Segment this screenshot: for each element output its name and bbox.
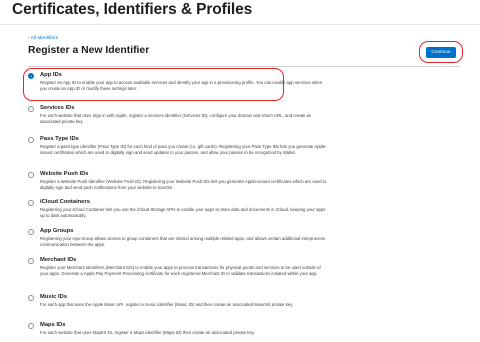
section-divider <box>28 66 460 67</box>
option-description: Register a pass type identifier (Pass Ty… <box>40 143 327 155</box>
option-description: Register your Merchant Identifiers (Merc… <box>40 264 321 276</box>
option-name: Website Push IDs <box>40 171 89 177</box>
page-title: Certificates, Identifiers & Profiles <box>12 1 253 18</box>
continue-button[interactable]: Continue <box>426 47 456 58</box>
option-description: For each app that uses the Apple Music A… <box>40 301 294 307</box>
option-name: Merchant IDs <box>40 257 77 263</box>
option-description: For each website that uses Sign in with … <box>40 112 312 124</box>
option-name: Music IDs <box>40 294 68 300</box>
radio-button[interactable] <box>28 295 34 301</box>
option-name: App Groups <box>40 228 74 234</box>
radio-button[interactable] <box>28 200 34 206</box>
option-name: App IDs <box>40 72 62 78</box>
option-description: Register a Website Push Identifier (Webs… <box>40 178 327 190</box>
radio-button[interactable] <box>28 137 34 143</box>
option-name: Pass Type IDs <box>40 136 79 142</box>
radio-button[interactable] <box>28 323 34 329</box>
option-name: Maps IDs <box>40 322 66 328</box>
all-identifiers-link[interactable]: ‹ All Identifiers <box>28 36 58 41</box>
option-description: Registering your App Group allows access… <box>40 235 325 247</box>
title-divider <box>0 24 480 25</box>
option-description: Register an App ID to enable your app to… <box>40 79 323 91</box>
option-name: Services IDs <box>40 105 75 111</box>
option-description: For each website that uses MapKit JS, re… <box>40 329 255 335</box>
section-title: Register a New Identifier <box>28 45 150 56</box>
radio-button[interactable] <box>28 258 34 264</box>
radio-button[interactable] <box>28 229 34 235</box>
radio-button-selected[interactable] <box>28 73 34 79</box>
option-name: iCloud Containers <box>40 199 90 205</box>
radio-button[interactable] <box>28 172 34 178</box>
option-description: Registering your iCloud Container lets y… <box>40 206 326 218</box>
radio-button[interactable] <box>28 106 34 112</box>
